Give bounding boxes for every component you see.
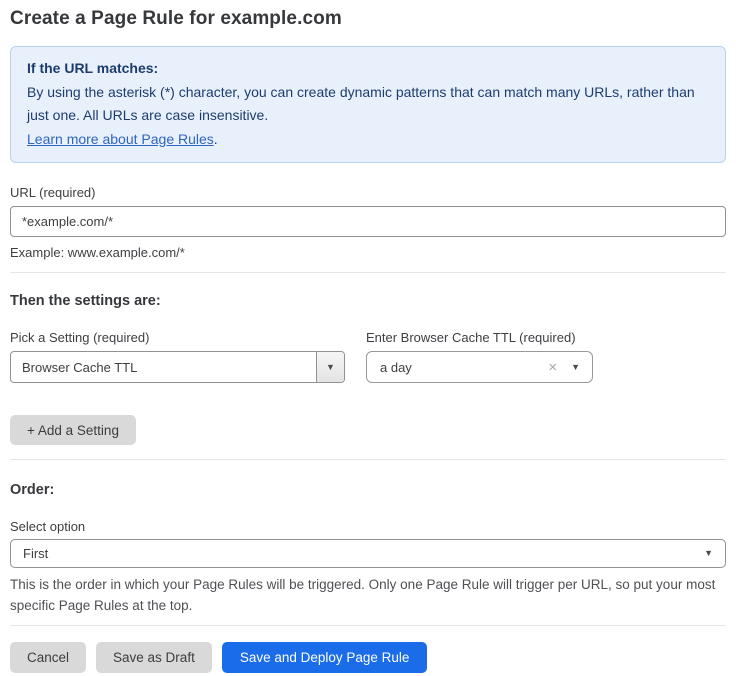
order-select-value: First <box>23 546 704 561</box>
order-description: This is the order in which your Page Rul… <box>10 574 726 616</box>
url-field-label: URL (required) <box>10 185 726 200</box>
pick-setting-dropdown[interactable]: Browser Cache TTL ▼ <box>10 351 345 383</box>
order-section-heading: Order: <box>10 482 726 498</box>
learn-more-link[interactable]: Learn more about Page Rules <box>27 131 214 147</box>
ttl-setting-label: Enter Browser Cache TTL (required) <box>366 330 593 345</box>
ttl-setting-column: Enter Browser Cache TTL (required) a day… <box>366 330 593 383</box>
caret-down-icon: ▼ <box>704 549 713 558</box>
info-box-body-text: By using the asterisk (*) character, you… <box>27 84 695 124</box>
info-box-body: By using the asterisk (*) character, you… <box>27 81 709 152</box>
url-match-info-box: If the URL matches: By using the asteris… <box>10 46 726 163</box>
pick-setting-column: Pick a Setting (required) Browser Cache … <box>10 330 345 383</box>
order-select[interactable]: First ▼ <box>10 539 726 568</box>
link-suffix: . <box>214 131 218 147</box>
footer-actions: Cancel Save as Draft Save and Deploy Pag… <box>10 642 726 673</box>
url-input[interactable] <box>10 206 726 237</box>
caret-down-icon: ▼ <box>326 363 335 372</box>
save-deploy-button[interactable]: Save and Deploy Page Rule <box>222 642 428 673</box>
divider <box>10 459 726 460</box>
clear-icon[interactable]: × <box>548 359 557 376</box>
settings-row: Pick a Setting (required) Browser Cache … <box>10 330 726 383</box>
ttl-value-dropdown[interactable]: a day × ▼ <box>366 351 593 383</box>
settings-section-heading: Then the settings are: <box>10 293 726 309</box>
divider <box>10 625 726 626</box>
pick-setting-value: Browser Cache TTL <box>11 352 316 382</box>
add-setting-button[interactable]: + Add a Setting <box>10 415 136 445</box>
info-box-heading: If the URL matches: <box>27 57 709 81</box>
cancel-button[interactable]: Cancel <box>10 642 86 673</box>
ttl-value: a day <box>380 360 548 375</box>
divider <box>10 272 726 273</box>
dropdown-arrow-button[interactable]: ▼ <box>316 352 344 382</box>
caret-down-icon: ▼ <box>571 363 580 372</box>
url-example-hint: Example: www.example.com/* <box>10 245 726 260</box>
pick-setting-label: Pick a Setting (required) <box>10 330 345 345</box>
save-draft-button[interactable]: Save as Draft <box>96 642 212 673</box>
page-title: Create a Page Rule for example.com <box>10 8 726 30</box>
order-select-label: Select option <box>10 519 726 534</box>
